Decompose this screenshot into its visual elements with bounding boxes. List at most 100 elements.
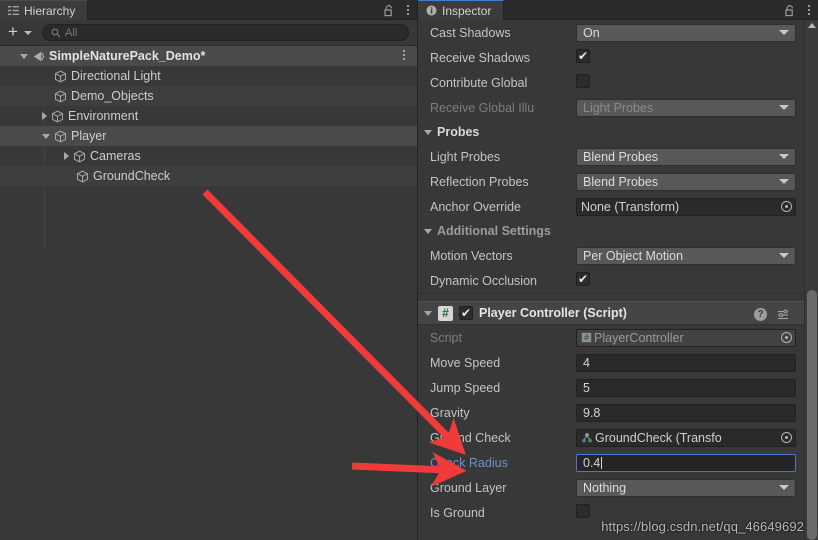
text-cursor [601,456,603,469]
search-input[interactable]: All [41,24,409,41]
component-enabled-checkbox[interactable]: ✔ [459,306,473,320]
property-label: Gravity [430,405,470,420]
chevron-down-icon[interactable] [779,178,789,184]
chevron-down-icon[interactable] [779,484,789,490]
tab-inspector-label: Inspector [442,3,492,18]
twisty-open-icon[interactable] [424,129,432,135]
chevron-down-icon[interactable] [23,30,32,35]
hierarchy-item-label: Environment [68,109,139,123]
dropdown-motion-vectors[interactable]: Per Object Motion [576,246,796,265]
hierarchy-item-simplenaturepack-demo[interactable]: SimpleNaturePack_Demo* [0,46,417,66]
object-field-ground-check[interactable]: GroundCheck (Transfo [576,428,796,447]
twisty-open-icon[interactable] [20,53,28,59]
input-jump-speed[interactable]: 5 [576,378,796,397]
object-field-script[interactable]: # PlayerController [576,328,796,347]
field-wrap: # PlayerController [576,328,796,347]
hierarchy-item-label: Directional Light [71,69,161,83]
component-title: Player Controller (Script) [479,306,627,320]
tab-inspector[interactable]: Inspector [418,0,505,20]
scroll-up-arrow-icon[interactable] [808,23,816,28]
property-label: Reflection Probes [430,174,529,189]
twisty-closed-icon[interactable] [42,112,47,120]
dropdown-light-probes[interactable]: Blend Probes [576,147,796,166]
field-wrap: ✔ [576,271,796,290]
dropdown-value: Light Probes [583,100,654,115]
kebab-menu-icon[interactable] [804,5,814,15]
checkbox-dynamic-occlusion[interactable]: ✔ [576,271,590,286]
chevron-down-icon[interactable] [779,252,789,258]
input-value: 0.4 [583,455,601,470]
property-row-light-probes: Light Probes Blend Probes [418,144,818,169]
object-field-value: None (Transform) [581,199,680,214]
hierarchy-icon [8,5,19,16]
hierarchy-item-label: SimpleNaturePack_Demo* [49,49,206,63]
property-row-jump-speed: Jump Speed 5 [418,375,818,400]
object-field-value: GroundCheck (Transfo [595,430,722,445]
property-label: Cast Shadows [430,25,511,40]
svg-text:#: # [583,333,590,342]
twisty-open-icon[interactable] [424,228,432,234]
csharp-script-icon: # [581,332,592,343]
hierarchy-item-environment[interactable]: Environment [0,106,417,126]
twisty-open-icon[interactable] [424,310,432,316]
lock-open-icon[interactable] [784,4,796,17]
property-label: Is Ground [430,505,485,520]
help-icon[interactable]: ? [754,307,767,321]
gameobject-cube-icon [54,130,67,143]
field-wrap: Nothing [576,478,796,497]
property-row-ground-layer: Ground Layer Nothing [418,475,818,500]
chevron-down-icon[interactable] [779,29,789,35]
object-picker-icon[interactable] [778,330,794,346]
dropdown-receive-global-illu[interactable]: Light Probes [576,98,796,117]
search-icon [51,28,61,38]
create-button[interactable]: + [8,23,18,42]
chevron-down-icon[interactable] [779,104,789,110]
input-move-speed[interactable]: 4 [576,353,796,372]
section-additional-settings[interactable]: Additional Settings [418,219,818,243]
lock-open-icon[interactable] [383,4,395,17]
hierarchy-item-directional-light[interactable]: Directional Light [0,66,417,86]
kebab-menu-icon[interactable] [399,50,409,60]
input-gravity[interactable]: 9.8 [576,403,796,422]
object-picker-icon[interactable] [778,430,794,446]
hierarchy-item-label: GroundCheck [93,169,171,183]
input-value: 5 [583,380,590,395]
hierarchy-item-player[interactable]: Player [0,126,417,146]
preset-icon[interactable] [777,308,790,321]
chevron-down-icon[interactable] [779,153,789,159]
hierarchy-item-demo-objects[interactable]: Demo_Objects [0,86,417,106]
section-label: Probes [437,125,480,139]
inspector-scrollbar[interactable] [804,20,818,540]
scrollbar-thumb[interactable] [807,290,817,540]
field-wrap: Blend Probes [576,172,796,191]
dropdown-value: Nothing [583,480,627,495]
dropdown-cast-shadows[interactable]: On [576,23,796,42]
input-check-radius[interactable]: 0.4 [576,453,796,472]
info-icon [426,5,437,16]
object-picker-icon[interactable] [778,199,794,215]
dropdown-value: Per Object Motion [583,248,684,263]
property-label: Ground Layer [430,480,507,495]
checkbox-receive-shadows[interactable]: ✔ [576,48,590,63]
dropdown-reflection-probes[interactable]: Blend Probes [576,172,796,191]
checkbox-contribute-global[interactable] [576,73,590,88]
tab-hierarchy-label: Hierarchy [24,3,76,18]
section-probes[interactable]: Probes [418,120,818,144]
dropdown-ground-layer[interactable]: Nothing [576,478,796,497]
twisty-closed-icon[interactable] [64,152,69,160]
property-label: Script [430,330,462,345]
checkbox-is-ground[interactable] [576,503,590,518]
property-row-anchor-override: Anchor Override None (Transform) [418,194,818,219]
property-label: Anchor Override [430,199,522,214]
tab-hierarchy[interactable]: Hierarchy [0,0,89,20]
kebab-menu-icon[interactable] [403,5,413,15]
twisty-open-icon[interactable] [42,133,50,139]
component-header-player-controller[interactable]: # ✔ Player Controller (Script)? [418,301,818,325]
object-field-anchor-override[interactable]: None (Transform) [576,197,796,216]
property-row-reflection-probes: Reflection Probes Blend Probes [418,169,818,194]
gameobject-cube-icon [51,110,64,123]
property-label: Check Radius [430,455,508,470]
hierarchy-item-label: Player [71,129,107,143]
hierarchy-item-cameras[interactable]: Cameras [0,146,417,166]
hierarchy-item-groundcheck[interactable]: GroundCheck [0,166,417,186]
